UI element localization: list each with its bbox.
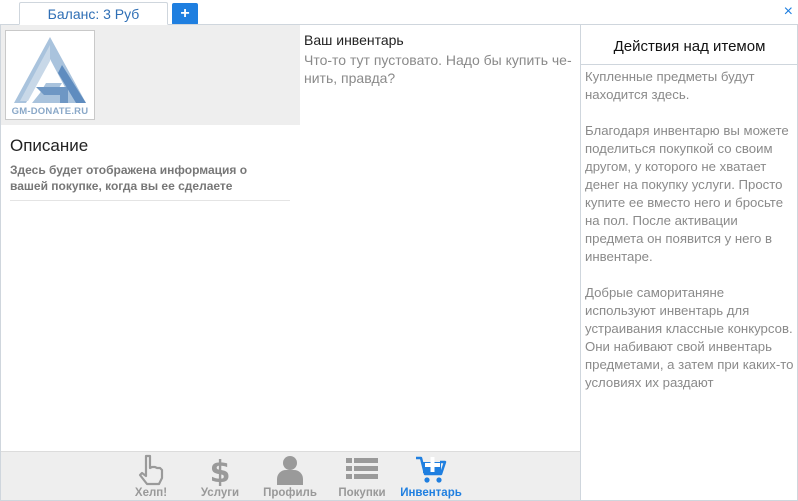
sidebar-paragraph: Купленные предметы будут находится здесь… <box>585 69 755 102</box>
sidebar-title-divider <box>581 64 798 65</box>
cart-plus-icon <box>416 456 447 483</box>
nav-item-help[interactable]: Хелп! <box>129 454 173 500</box>
nav-label-profile: Профиль <box>263 487 317 499</box>
nav-label-inventory: Инвентарь <box>400 487 462 499</box>
nav-item-purchases[interactable]: Покупки <box>334 454 390 500</box>
sidebar-help-text: Купленные предметы будут находится здесь… <box>585 68 795 410</box>
sidebar-paragraph: Добрые самоританяне используют инвентарь… <box>585 285 794 390</box>
column-divider <box>580 25 581 501</box>
description-divider <box>10 200 290 201</box>
hand-pointer-icon <box>138 454 164 486</box>
dollar-icon: $ <box>210 455 231 486</box>
description-title: Описание <box>10 136 89 155</box>
tab-bar: Баланс: 3 Руб + × <box>0 0 798 25</box>
inventory-title: Ваш инвентарь <box>304 32 404 48</box>
nav-label-purchases: Покупки <box>338 487 386 499</box>
user-icon <box>277 456 303 485</box>
nav-item-profile[interactable]: Профиль <box>260 454 320 500</box>
sidebar-title: Действия над итемом <box>613 38 766 55</box>
logo-text: GM-DONATE.RU <box>11 106 89 117</box>
sidebar-paragraph: Благодаря инвентарю вы можете поделиться… <box>585 123 789 264</box>
list-icon <box>346 458 378 479</box>
svg-text:$: $ <box>210 455 231 486</box>
nav-label-help: Хелп! <box>134 487 168 499</box>
product-logo[interactable]: GM-DONATE.RU <box>5 30 95 120</box>
nav-item-inventory[interactable]: Инвентарь <box>396 454 466 500</box>
tab-balance[interactable]: Баланс: 3 Руб <box>19 2 168 25</box>
nav-label-services: Услуги <box>200 487 240 499</box>
inventory-empty-message: Что-то тут пустовато. Надо бы купить че-… <box>304 52 572 86</box>
description-text: Здесь будет отображена информация о ваше… <box>10 163 248 193</box>
add-tab-button[interactable]: + <box>172 3 198 25</box>
nav-item-services[interactable]: $ Услуги <box>196 454 244 500</box>
close-icon[interactable]: × <box>784 3 793 21</box>
bottom-nav: Хелп! $ Услуги Профиль Покупки Инвентарь <box>1 451 580 500</box>
